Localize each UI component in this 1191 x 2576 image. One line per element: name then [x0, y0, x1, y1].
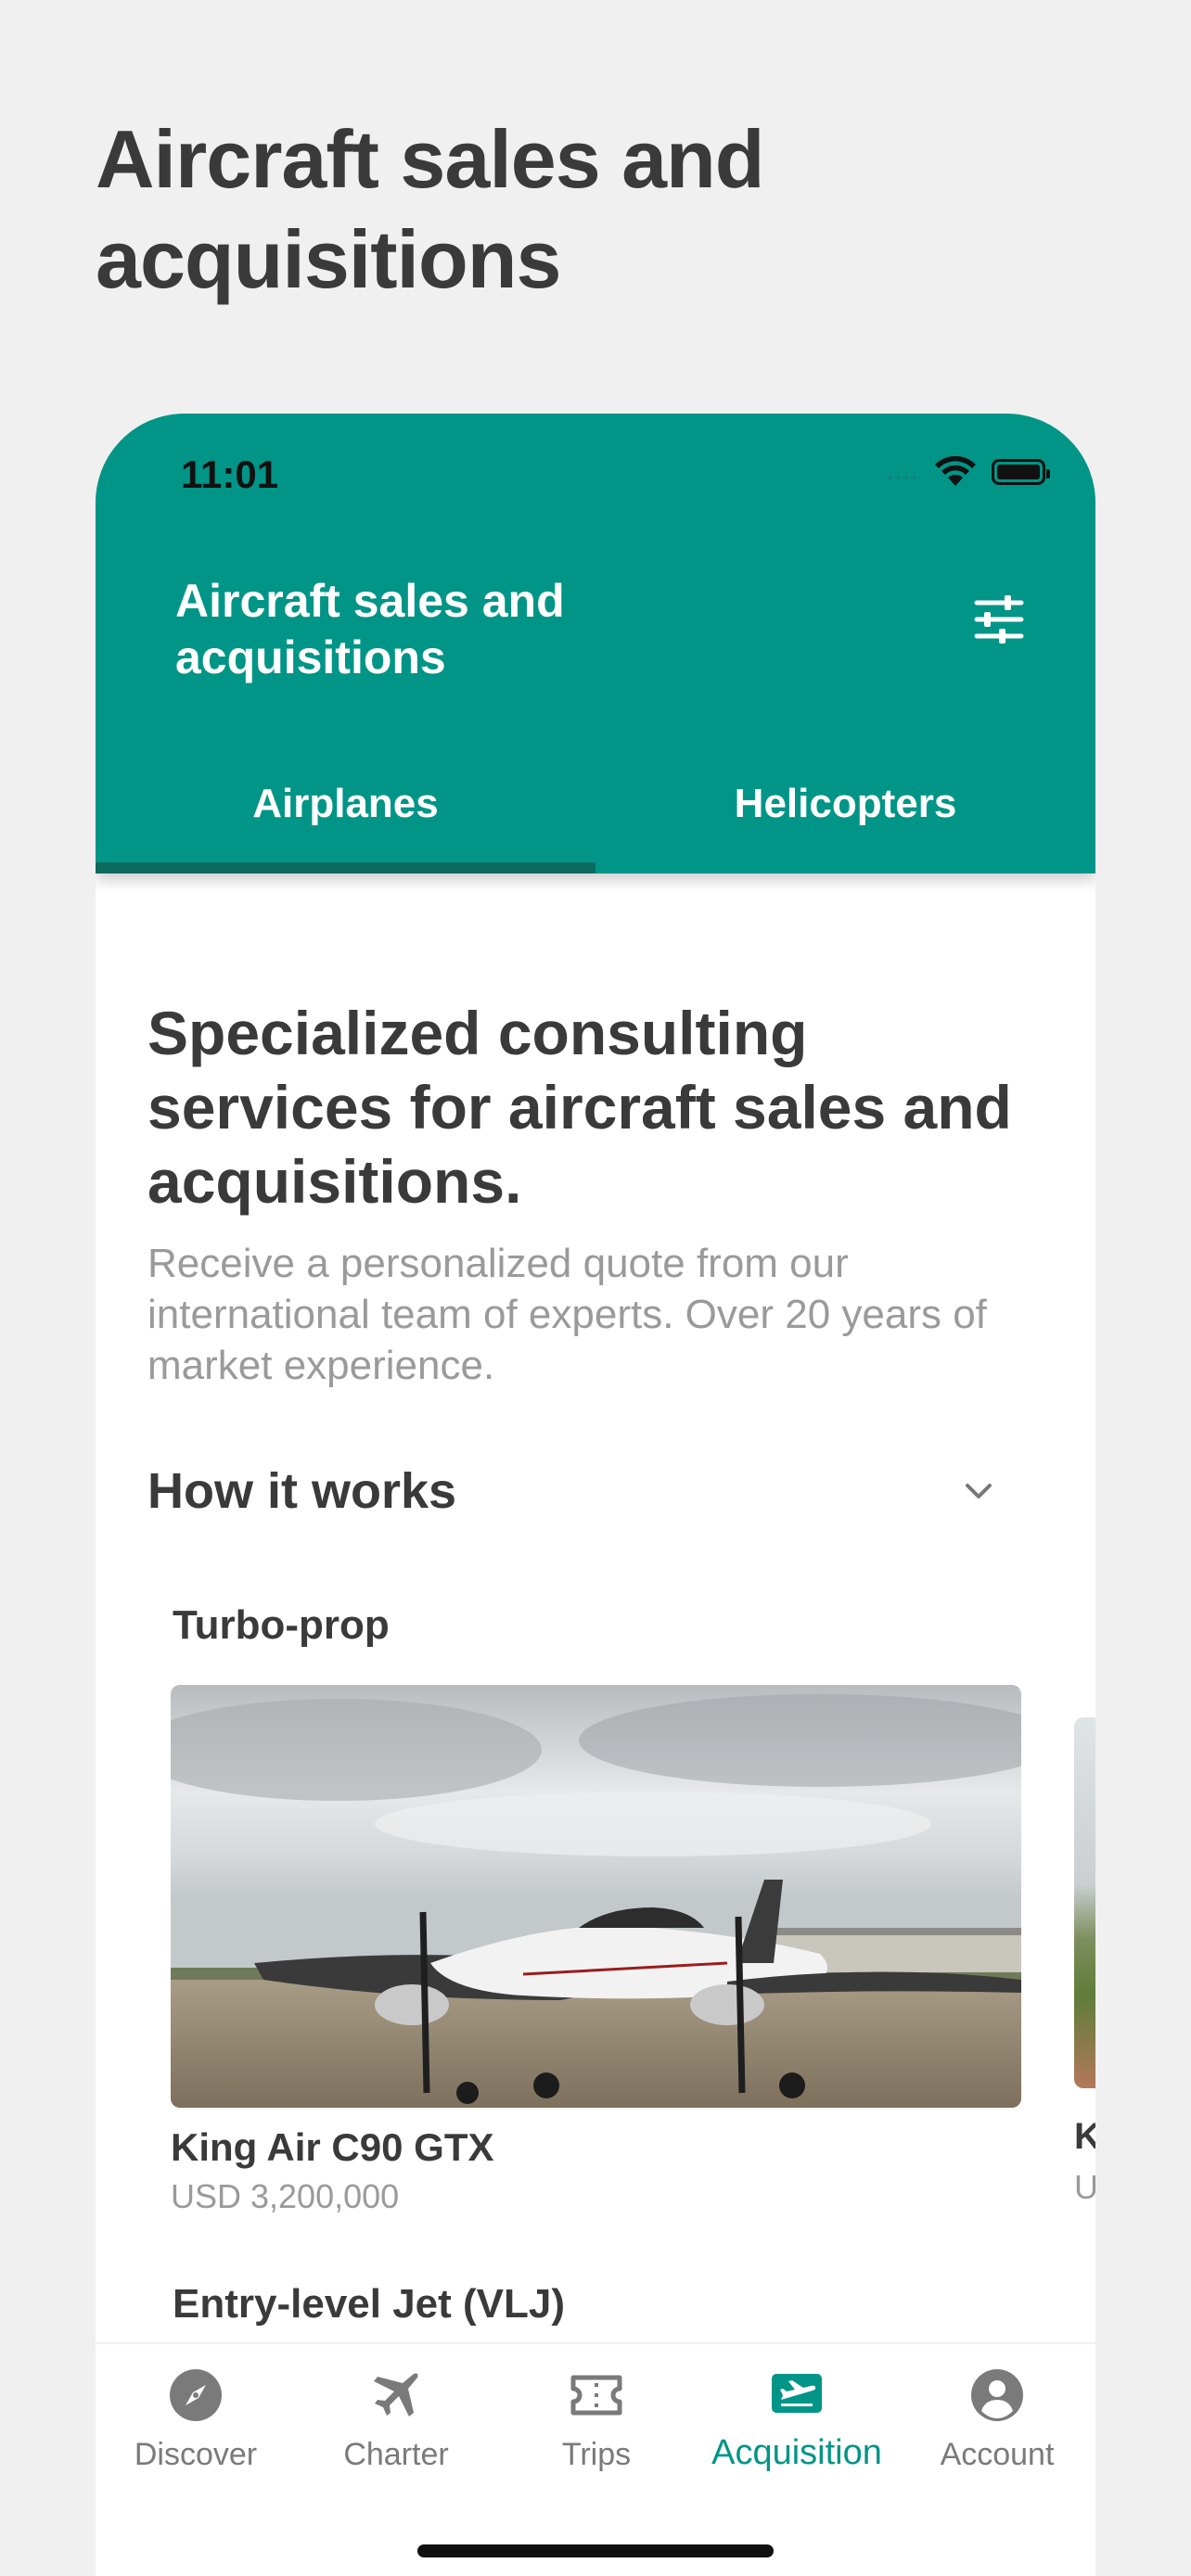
phone-frame: 11:01 .... Aircraft sales and acquisitio… [96, 414, 1095, 2576]
tab-selected-indicator [96, 862, 596, 874]
airplane-icon [374, 2373, 418, 2417]
tabbar-item-trips[interactable]: Trips [496, 2366, 697, 2473]
section-title-entry-level-jet: Entry-level Jet (VLJ) [173, 2281, 566, 2327]
departure-icon [772, 2374, 822, 2413]
next-aircraft-name: K [1074, 2116, 1095, 2157]
aircraft-name: King Air C90 GTX [171, 2125, 494, 2169]
intro-description: Receive a personalized quote from our in… [147, 1241, 987, 1388]
how-it-works-label: How it works [147, 1463, 457, 1519]
signal-icon: .... [887, 459, 919, 484]
aircraft-card-image[interactable] [171, 1685, 1021, 2108]
tabbar-label: Discover [134, 2437, 258, 2472]
tabbar-item-discover[interactable]: Discover [96, 2366, 296, 2473]
app-header: 11:01 .... Aircraft sales and acquisitio… [96, 414, 1095, 874]
battery-icon [992, 459, 1050, 485]
status-icons: .... [887, 456, 1050, 488]
tab-label: Helicopters [734, 781, 957, 826]
filter-button[interactable] [969, 590, 1029, 649]
status-time: 11:01 [181, 453, 279, 496]
intro-headline: Specialized consulting services for airc… [147, 999, 1012, 1216]
compass-icon [170, 2369, 222, 2421]
next-aircraft-card-image[interactable] [1074, 1717, 1095, 2088]
page-title: Aircraft sales and acquisitions [96, 113, 765, 305]
wifi-icon [935, 456, 976, 486]
tabbar-label: Charter [343, 2437, 449, 2472]
ticket-icon [570, 2375, 622, 2416]
tabbar-label: Acquisition [711, 2433, 882, 2472]
tab-helicopters[interactable]: Helicopters [596, 775, 1095, 874]
sliders-icon [974, 595, 1024, 644]
user-icon [971, 2369, 1023, 2421]
home-indicator[interactable] [417, 2544, 774, 2557]
tab-label: Airplanes [252, 781, 439, 826]
chevron-down-icon [966, 1484, 992, 1498]
next-aircraft-price: U [1074, 2168, 1095, 2206]
king-air-photo [171, 1685, 1021, 2108]
how-it-works-toggle[interactable]: How it works [147, 1454, 1038, 1528]
tabbar-item-charter[interactable]: Charter [296, 2366, 496, 2473]
tabbar-label: Account [940, 2437, 1055, 2472]
app-header-title: Aircraft sales and acquisitions [175, 575, 565, 683]
aircraft-price: USD 3,200,000 [171, 2177, 400, 2215]
tabbar-item-acquisition[interactable]: Acquisition [697, 2366, 897, 2473]
bottom-tab-bar: Discover Charter Trips Acquisition Accou… [96, 2342, 1095, 2576]
section-title-turbo-prop: Turbo-prop [173, 1602, 390, 1648]
tab-airplanes[interactable]: Airplanes [96, 775, 596, 874]
tabbar-item-account[interactable]: Account [897, 2366, 1095, 2473]
tabbar-label: Trips [561, 2437, 632, 2472]
